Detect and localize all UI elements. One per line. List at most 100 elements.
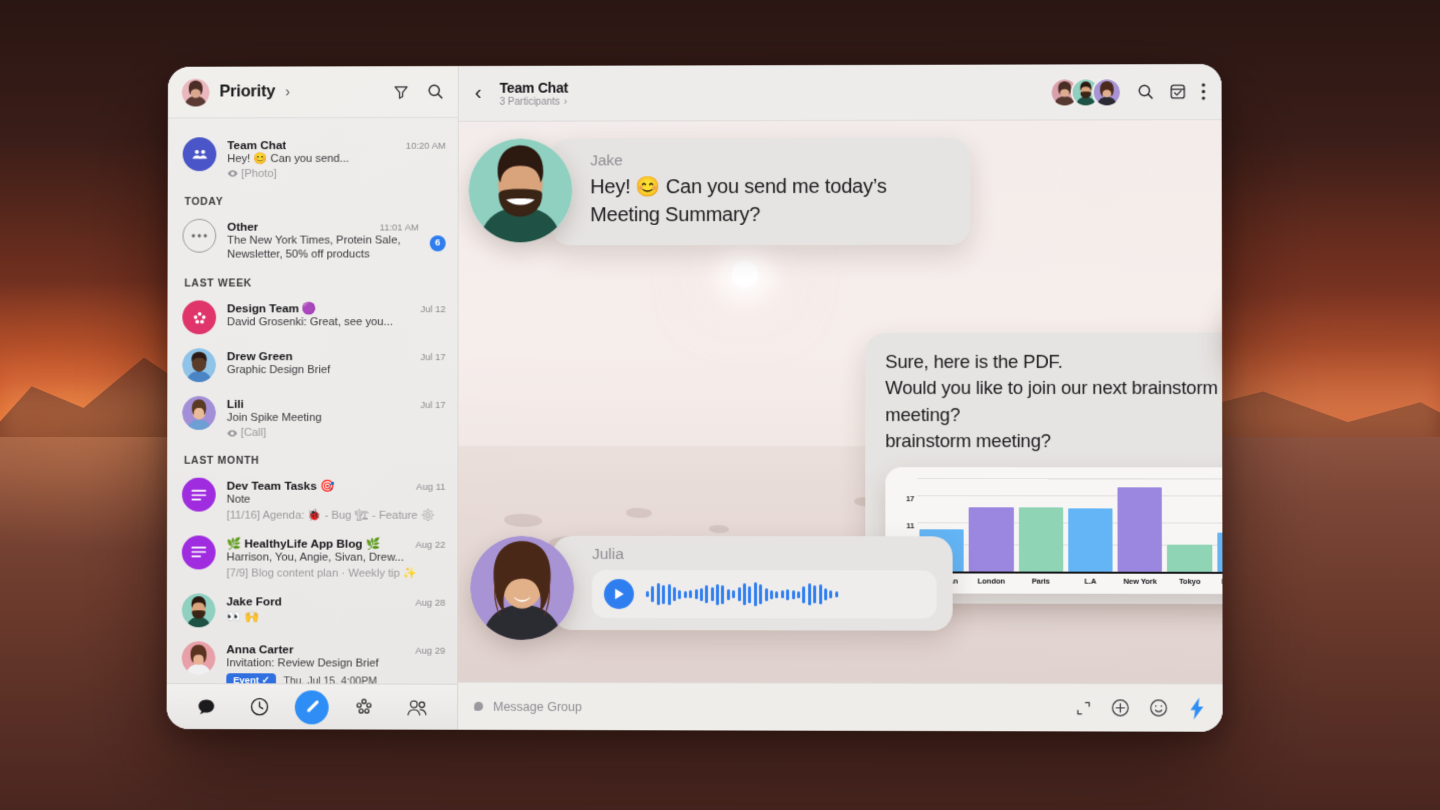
waveform-bar (699, 587, 703, 601)
list-item-top: Drew Green Jul 17 (227, 349, 446, 364)
note-icon (181, 477, 216, 512)
list-item-meta: [Photo] (227, 167, 446, 180)
message-composer[interactable]: Message Group (458, 681, 1223, 732)
chevron-right-icon: › (563, 96, 568, 108)
expand-icon[interactable] (1075, 700, 1091, 716)
list-item-body: Anna Carter Aug 29 Invitation: Review De… (226, 641, 445, 684)
people-icon (407, 700, 427, 716)
lightning-bolt-icon[interactable] (1187, 697, 1206, 720)
play-icon[interactable] (603, 578, 634, 610)
chart-x-tick: New York (1123, 576, 1157, 586)
list-item-time: Aug 29 (415, 645, 446, 657)
chat-header-titles: Team Chat 3 Participants › (500, 79, 568, 107)
list-item-meta-text: [7/9] Blog content plan · Weekly tip ✨ (226, 567, 418, 580)
chat-participants-count: 3 Participants (499, 96, 560, 108)
list-item-body: Lili Jul 17 Join Spike Meeting [Call] (227, 396, 446, 439)
filter-icon[interactable] (393, 84, 409, 100)
message-input[interactable]: Message Group (493, 699, 582, 713)
message-list: Jake Hey! 😊 Can you send me today’s Meet… (458, 120, 1223, 683)
list-item[interactable]: Team Chat 10:20 AM Hey! 😊 Can you send..… (168, 124, 458, 187)
chart-x-tick: L.A (1084, 576, 1097, 586)
list-item-body: Team Chat 10:20 AM Hey! 😊 Can you send..… (227, 137, 446, 180)
list-item[interactable]: Anna Carter Aug 29 Invitation: Review De… (167, 634, 458, 684)
plus-circle-icon[interactable] (1111, 698, 1130, 717)
list-item-name: Jake Ford (226, 594, 282, 609)
search-icon[interactable] (427, 83, 444, 100)
list-item-time: Jul 17 (420, 352, 446, 364)
list-item-name: Other (227, 219, 259, 234)
sidebar-item-chats[interactable] (190, 690, 224, 724)
avatar (181, 640, 216, 675)
pdf-line-2: Would you like to join our next brainsto… (885, 377, 1218, 425)
chat-subtitle[interactable]: 3 Participants › (500, 96, 568, 107)
message-text: Sure, here is the PDF. Would you like to … (885, 349, 1222, 455)
chart-y-tick: 11 (906, 520, 915, 530)
list-item[interactable]: Dev Team Tasks 🎯 Aug 11 Note [11/16] Age… (167, 471, 457, 529)
list-item-time: Aug 28 (415, 597, 446, 609)
list-item-meta-text: [Photo] (241, 167, 277, 180)
user-avatar[interactable] (181, 78, 210, 107)
smiley-icon[interactable] (1149, 698, 1168, 717)
search-icon[interactable] (1137, 83, 1154, 100)
sidebar-item-compose[interactable] (294, 689, 329, 724)
waveform-bar (656, 583, 660, 606)
conversation-list[interactable]: Team Chat 10:20 AM Hey! 😊 Can you send..… (167, 118, 458, 684)
waveform-bar (710, 587, 714, 602)
list-item-time: Aug 22 (415, 539, 446, 551)
avatar (181, 593, 216, 627)
list-item[interactable]: Lili Jul 17 Join Spike Meeting [Call] (167, 389, 457, 446)
avatar[interactable] (468, 138, 573, 243)
message-sender: Jake (590, 152, 623, 170)
sidebar-item-contacts[interactable] (400, 690, 434, 724)
chart-y-tick: 17 (906, 494, 915, 504)
list-item-top: Team Chat 10:20 AM (227, 138, 446, 152)
compose-pen-icon (307, 700, 320, 712)
waveform-bar (818, 584, 822, 605)
list-item-body: Jake Ford Aug 28 👀 🙌 (226, 593, 445, 623)
voice-player[interactable] (591, 569, 937, 619)
section-label-today: TODAY (184, 195, 224, 208)
list-item-top: Other 11:01 AM (227, 219, 419, 234)
list-item[interactable]: 🌿 HealthyLife App Blog 🌿 Aug 22 Harrison… (167, 528, 457, 586)
waveform-bar (689, 590, 693, 599)
list-item[interactable]: Drew Green Jul 17 Graphic Design Brief (167, 341, 457, 389)
checkbox-inbox-icon[interactable] (1169, 83, 1186, 100)
composer-actions (1075, 697, 1206, 720)
list-item[interactable]: Other 11:01 AM The New York Times, Prote… (168, 211, 458, 269)
list-item-body: Drew Green Jul 17 Graphic Design Brief (227, 348, 446, 378)
sidebar-item-groups[interactable] (347, 690, 381, 724)
waveform-bar (834, 591, 838, 598)
back-chevron-icon[interactable]: ‹ (473, 80, 488, 105)
sidebar-item-recent[interactable] (242, 690, 276, 724)
waveform-bar (705, 585, 709, 604)
list-item-time: 10:20 AM (405, 140, 446, 152)
event-row: Event ✓ Thu, Jul 15, 4:00PM (226, 673, 445, 684)
event-badge[interactable]: Event ✓ (226, 673, 277, 684)
list-item[interactable]: Design Team 🟣 Jul 12 David Grosenki: Gre… (167, 294, 457, 342)
chart-x-tick: London (977, 576, 1005, 586)
more-vertical-icon[interactable] (1201, 83, 1206, 100)
waveform-bar (786, 588, 790, 600)
list-item-time: Jul 12 (420, 304, 446, 316)
chat-header-actions (1049, 76, 1206, 107)
list-item[interactable]: Jake Ford Aug 28 👀 🙌 (167, 586, 457, 634)
waveform-bar (716, 583, 720, 605)
chart-x-tick: Tokyo (1178, 576, 1201, 586)
list-item-time: Jul 17 (420, 400, 446, 412)
audio-waveform[interactable] (645, 580, 925, 608)
waveform-bar (662, 584, 666, 604)
avatar-image (181, 78, 210, 107)
participants-avatars[interactable] (1049, 76, 1122, 107)
waveform-bar (667, 583, 671, 605)
waveform-bar (829, 590, 833, 599)
sidebar-title-chevron-icon[interactable]: › (285, 83, 290, 100)
avatar[interactable] (470, 536, 575, 640)
message-julia-voice: Julia (470, 535, 953, 641)
chart-plot-area (917, 477, 1223, 574)
list-item-body: Design Team 🟣 Jul 12 David Grosenki: Gre… (227, 301, 446, 331)
waveform-bar (770, 589, 774, 599)
list-item-preview: 👀 🙌 (226, 609, 260, 624)
waveform-bar (824, 588, 828, 601)
clock-icon (249, 696, 270, 717)
list-item-body: 🌿 HealthyLife App Blog 🌿 Aug 22 Harrison… (226, 535, 445, 579)
